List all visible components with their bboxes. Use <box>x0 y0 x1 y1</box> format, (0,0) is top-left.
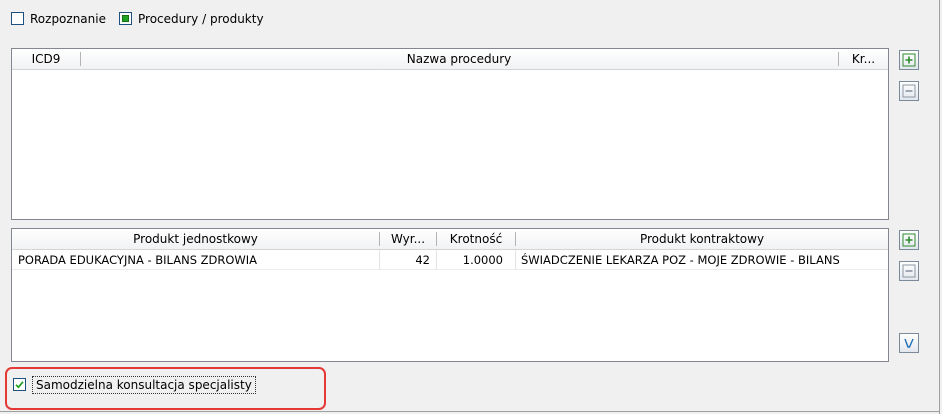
column-header-krotnosc[interactable]: Kr... <box>839 49 888 69</box>
remove-product-button[interactable] <box>899 261 919 281</box>
panel-right-edge <box>939 0 940 414</box>
procedury-checkbox[interactable] <box>119 12 132 25</box>
minus-icon <box>902 84 916 98</box>
samodzielna-label[interactable]: Samodzielna konsultacja specjalisty <box>32 376 256 394</box>
add-procedure-button[interactable] <box>899 50 919 70</box>
samodzielna-checkbox[interactable] <box>13 378 26 391</box>
procedures-table[interactable]: ICD9 Nazwa procedury Kr... <box>11 48 889 220</box>
checkmark-icon <box>15 381 24 389</box>
column-header-wyr[interactable]: Wyr... <box>380 229 436 249</box>
table-row[interactable]: PORADA EDUKACYJNA - BILANS ZDROWIA 42 1.… <box>12 250 888 270</box>
edit-icon <box>904 338 914 348</box>
add-product-button[interactable] <box>899 230 919 250</box>
products-table-header: Produkt jednostkowy Wyr... Krotność Prod… <box>12 229 888 250</box>
checked-indicator <box>122 15 129 22</box>
column-header-produkt-kontraktowy[interactable]: Produkt kontraktowy <box>516 229 888 249</box>
cell-produkt-jednostkowy: PORADA EDUKACYJNA - BILANS ZDROWIA <box>18 253 258 267</box>
plus-icon <box>902 53 916 67</box>
rozpoznanie-label: Rozpoznanie <box>30 12 106 26</box>
cell-separator <box>515 250 516 270</box>
panel-bottom-edge <box>0 411 940 412</box>
cell-krotnosc: 1.0000 <box>462 253 503 267</box>
remove-procedure-button[interactable] <box>899 81 919 101</box>
procedury-label: Procedury / produkty <box>138 12 264 26</box>
plus-icon <box>902 233 916 247</box>
column-header-nazwa-procedury[interactable]: Nazwa procedury <box>81 49 837 69</box>
cell-wyr: 42 <box>415 253 430 267</box>
cell-produkt-kontraktowy: ŚWIADCZENIE LEKARZA POZ - MOJE ZDROWIE -… <box>521 253 840 267</box>
column-header-krotnosc[interactable]: Krotność <box>437 229 515 249</box>
column-header-icd9[interactable]: ICD9 <box>12 49 80 69</box>
minus-icon <box>902 264 916 278</box>
column-header-produkt-jednostkowy[interactable]: Produkt jednostkowy <box>12 229 379 249</box>
edit-product-button[interactable] <box>899 333 919 353</box>
procedures-table-header: ICD9 Nazwa procedury Kr... <box>12 49 888 70</box>
products-table[interactable]: Produkt jednostkowy Wyr... Krotność Prod… <box>11 228 889 362</box>
rozpoznanie-checkbox[interactable] <box>11 12 24 25</box>
